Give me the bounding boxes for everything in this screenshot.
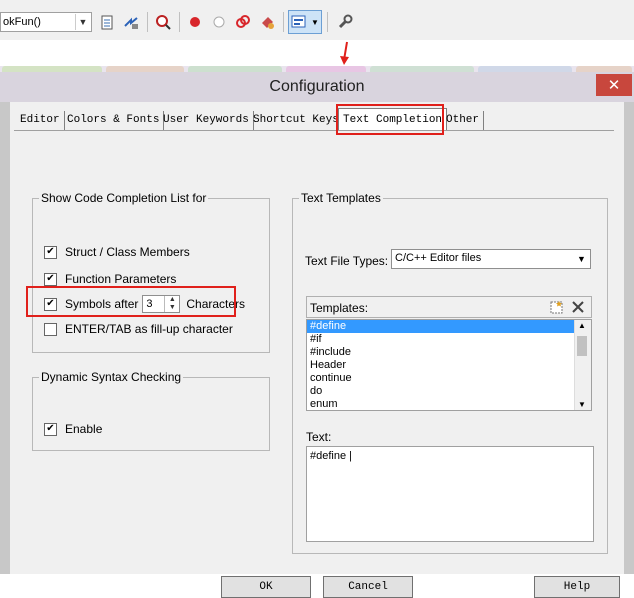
templates-group-label: Text Templates	[299, 191, 383, 205]
templates-header: Templates:	[306, 296, 592, 318]
find-in-files-icon[interactable]	[155, 14, 171, 30]
function-params-label: Function Parameters	[65, 272, 177, 286]
enable-syntax-label: Enable	[65, 422, 103, 436]
delete-template-icon[interactable]	[570, 299, 586, 318]
enter-tab-checkbox[interactable]: ENTER/TAB as fill-up character	[44, 322, 233, 336]
list-item[interactable]: enum	[307, 398, 591, 410]
scroll-up-icon[interactable]: ▲	[578, 321, 586, 330]
file-types-value: C/C++ Editor files	[395, 252, 482, 264]
toolbar: okFun() ▼ ▼	[0, 0, 634, 40]
enable-syntax-checkbox[interactable]: ✔ Enable	[44, 422, 102, 436]
highlight-box-symbols	[26, 286, 236, 317]
configuration-dialog: Configuration ✕ Editor Colors & Fonts Us…	[0, 72, 634, 598]
struct-members-label: Struct / Class Members	[65, 245, 190, 259]
tab-shortcut-keys[interactable]: Shortcut Keys	[249, 111, 344, 130]
tab-colors-fonts[interactable]: Colors & Fonts	[63, 111, 165, 130]
templates-label: Templates:	[310, 301, 369, 315]
dialog-title: Configuration	[269, 78, 365, 95]
struct-members-checkbox[interactable]: ✔ Struct / Class Members	[44, 245, 190, 259]
list-item[interactable]: do	[307, 385, 591, 398]
checkmark-icon[interactable]: ✔	[44, 272, 57, 286]
chevron-down-icon[interactable]: ▼	[75, 14, 90, 30]
tab-editor[interactable]: Editor	[16, 111, 65, 130]
dialog-titlebar: Configuration ✕	[0, 72, 634, 102]
help-button[interactable]: Help	[534, 576, 620, 598]
templates-scrollbar[interactable]: ▲ ▼	[574, 320, 591, 410]
list-item[interactable]: #if	[307, 333, 591, 346]
configure-view-icon[interactable]: ▼	[288, 10, 322, 34]
enter-tab-label: ENTER/TAB as fill-up character	[65, 322, 233, 336]
chevron-down-icon[interactable]: ▼	[574, 251, 589, 266]
tab-other[interactable]: Other	[442, 111, 485, 130]
chain-icon[interactable]	[235, 14, 251, 30]
close-icon[interactable]: ✕	[596, 74, 632, 96]
syntax-group: Dynamic Syntax Checking	[32, 370, 270, 451]
function-combo[interactable]: okFun() ▼	[0, 12, 92, 32]
arrow-icon	[340, 41, 349, 65]
chevron-down-icon: ▼	[311, 17, 319, 27]
template-text-area[interactable]: #define |	[306, 446, 594, 542]
file-types-select[interactable]: C/C++ Editor files ▼	[391, 249, 591, 269]
stop-icon[interactable]	[211, 14, 227, 30]
list-item[interactable]: Header	[307, 359, 591, 372]
file-types-label: Text File Types:	[305, 254, 389, 268]
ok-button[interactable]: OK	[221, 576, 311, 598]
list-item[interactable]: #define	[307, 320, 591, 333]
new-template-icon[interactable]	[550, 300, 564, 317]
checkmark-icon[interactable]: ✔	[44, 422, 57, 436]
list-item[interactable]: continue	[307, 372, 591, 385]
function-combo-value: okFun()	[3, 16, 41, 28]
syntax-group-label: Dynamic Syntax Checking	[39, 370, 184, 384]
dialog-body: Editor Colors & Fonts User Keywords Shor…	[10, 102, 624, 598]
templates-list[interactable]: #define #if #include Header continue do …	[306, 319, 592, 411]
cancel-button[interactable]: Cancel	[323, 576, 413, 598]
tab-user-keywords[interactable]: User Keywords	[159, 111, 254, 130]
scroll-thumb[interactable]	[577, 336, 587, 356]
clear-icon[interactable]	[259, 14, 275, 30]
wrench-icon[interactable]	[337, 14, 353, 30]
list-item[interactable]: #include	[307, 346, 591, 359]
tab-divider	[14, 130, 614, 131]
highlight-box-tab	[336, 104, 444, 135]
record-icon[interactable]	[187, 14, 203, 30]
completion-group-label: Show Code Completion List for	[39, 191, 209, 205]
checkmark-icon[interactable]: ✔	[44, 245, 57, 259]
text-label: Text:	[306, 430, 332, 444]
scroll-down-icon[interactable]: ▼	[578, 400, 586, 409]
jump-icon[interactable]	[123, 14, 139, 30]
file-icon[interactable]	[100, 14, 116, 30]
function-params-checkbox[interactable]: ✔ Function Parameters	[44, 272, 176, 286]
